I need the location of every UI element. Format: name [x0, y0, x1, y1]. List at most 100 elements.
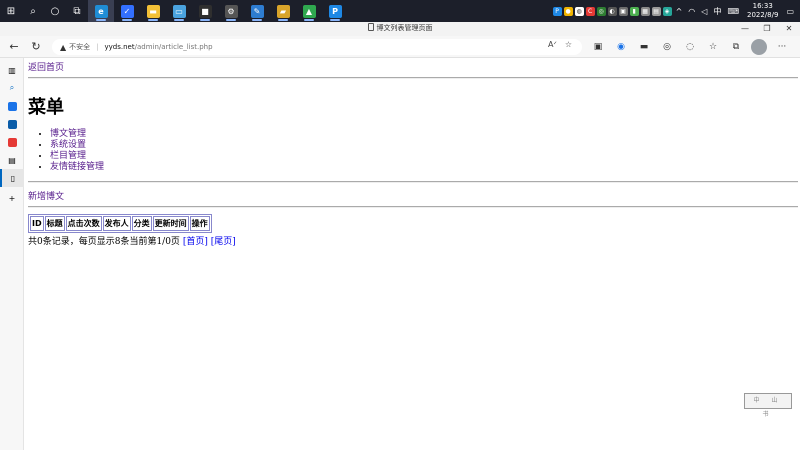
minimize-button[interactable]: — — [734, 22, 756, 36]
tray-app-icon[interactable]: ◍ — [574, 6, 584, 16]
url-path: /admin/article_list.php — [134, 43, 213, 51]
explorer-icon: ▬ — [146, 4, 160, 18]
search-icon[interactable]: ⌕ — [0, 79, 24, 97]
pagination: 共0条记录，每页显示8条当前第1/0页 [首页] [尾页] — [28, 234, 798, 247]
window-titlebar: 博文列表管理页面 — ❐ ✕ — [0, 22, 800, 36]
toolbar-extensions: ▣ ◉ ▬ ◎ ◌ ☆ ⧉ ··· — [590, 39, 790, 55]
address-bar[interactable]: ▲ 不安全 | yyds.net/admin/article_list.php … — [52, 39, 582, 55]
tray-app-icon[interactable]: C — [585, 6, 595, 16]
favorites-icon[interactable]: ☆ — [705, 39, 721, 55]
taskbar-app-feishu[interactable]: ✓ — [114, 0, 140, 22]
app-icon[interactable] — [0, 133, 24, 151]
menu-link-columns[interactable]: 栏目管理 — [50, 151, 86, 161]
tray-app-icon[interactable]: P — [552, 6, 562, 16]
notification-icon[interactable]: ▭ — [784, 7, 796, 16]
monitor-icon: ▭ — [172, 4, 186, 18]
restore-button[interactable]: ❐ — [756, 22, 778, 36]
terminal-icon[interactable] — [0, 115, 24, 133]
menu-link-settings[interactable]: 系统设置 — [50, 140, 86, 150]
chevron-up-icon[interactable]: ^ — [674, 7, 685, 16]
corner-stamp: 中 山 书 — [744, 393, 792, 418]
col-clicks: 点击次数 — [65, 216, 102, 231]
collections-icon[interactable]: ⧉ — [728, 39, 744, 55]
last-page-link[interactable]: [尾页] — [211, 237, 236, 247]
tray-app-icon[interactable]: ▮ — [629, 6, 639, 16]
system-clock[interactable]: 16:33 2022/8/9 — [743, 2, 782, 20]
extension-icon[interactable]: ▣ — [590, 39, 606, 55]
clock-date: 2022/8/9 — [746, 11, 779, 19]
system-tray: P ● ◍ C ◎ ◐ ▣ ▮ ▦ ▤ ◈ ^ ◠ ◁ 中 ⌨ 16:33 20… — [552, 0, 800, 22]
browser-toolbar: ← ↻ ▲ 不安全 | yyds.net/admin/article_list.… — [0, 36, 800, 58]
extension-icon[interactable]: ◎ — [659, 39, 675, 55]
menu-item: 栏目管理 — [50, 151, 798, 162]
tray-app-icon[interactable]: ▤ — [651, 6, 661, 16]
taskbar-app-edge[interactable]: e — [88, 0, 114, 22]
task-view-icon[interactable]: ⧉ — [66, 0, 88, 22]
refresh-icon[interactable]: ↻ — [28, 39, 44, 55]
taskbar-app-editor[interactable]: ✎ — [244, 0, 270, 22]
security-label[interactable]: 不安全 — [69, 42, 90, 52]
extension-icon[interactable]: ▬ — [636, 39, 652, 55]
folder-icon: ▰ — [276, 4, 290, 18]
document-icon[interactable]: ▯ — [0, 169, 24, 187]
keyboard-icon[interactable]: ⌨ — [725, 7, 741, 16]
menu-link-posts[interactable]: 博文管理 — [50, 129, 86, 139]
taskbar-app-settings[interactable]: ⚙ — [218, 0, 244, 22]
address-separator: | — [96, 43, 99, 51]
taskbar-app-explorer[interactable]: ▬ — [140, 0, 166, 22]
menu-item: 友情链接管理 — [50, 162, 798, 173]
menu-list: 博文管理 系统设置 栏目管理 友情链接管理 — [50, 129, 798, 173]
col-id: ID — [30, 216, 44, 231]
extension-icon[interactable]: ◉ — [613, 39, 629, 55]
extension-icon[interactable]: ◌ — [682, 39, 698, 55]
favorite-add-icon[interactable]: ☆ — [565, 40, 572, 49]
new-post-link[interactable]: 新增博文 — [28, 189, 798, 202]
taskbar: ⊞ ⌕ ○ ⧉ e ✓ ▬ ▭ ■ ⚙ ✎ ▰ ▲ P P ● ◍ C ◎ ◐ ▣ ▮ ▦ ▤ ◈… — [0, 0, 800, 22]
tray-app-icon[interactable]: ▦ — [640, 6, 650, 16]
app-icon[interactable] — [0, 97, 24, 115]
menu-link-friend-links[interactable]: 友情链接管理 — [50, 162, 104, 172]
wifi-icon[interactable]: ◠ — [686, 7, 697, 16]
cortana-icon[interactable]: ○ — [44, 0, 66, 22]
more-menu-icon[interactable]: ··· — [774, 39, 790, 55]
tray-app-icon[interactable]: ▣ — [618, 6, 628, 16]
edge-icon: e — [94, 4, 108, 18]
search-icon[interactable]: ⌕ — [22, 0, 44, 22]
col-actions: 操作 — [189, 216, 210, 231]
windows-start-icon[interactable]: ⊞ — [0, 0, 22, 22]
taskbar-app-folder[interactable]: ▰ — [270, 0, 296, 22]
col-updated: 更新时间 — [152, 216, 189, 231]
address-actions: Aᐟ ☆ — [548, 40, 572, 49]
taskbar-app-monitor[interactable]: ▭ — [166, 0, 192, 22]
taskbar-app-app-dark[interactable]: ■ — [192, 0, 218, 22]
close-button[interactable]: ✕ — [778, 22, 800, 36]
read-aloud-icon[interactable]: Aᐟ — [548, 40, 557, 49]
tab-actions-icon[interactable]: ▥ — [0, 61, 24, 79]
taskbar-app-image[interactable]: ▲ — [296, 0, 322, 22]
taskbar-app-p-app[interactable]: P — [322, 0, 348, 22]
settings-icon: ⚙ — [224, 4, 238, 18]
back-arrow-icon[interactable]: ← — [6, 39, 22, 55]
tray-app-icon[interactable]: ● — [563, 6, 573, 16]
divider — [28, 206, 798, 208]
add-icon[interactable]: + — [0, 189, 24, 207]
app-icon[interactable]: ▤ — [0, 151, 24, 169]
document-icon — [367, 23, 374, 31]
divider — [28, 77, 798, 79]
first-page-link[interactable]: [首页] — [183, 237, 208, 247]
url-host: yyds.net — [104, 43, 135, 51]
col-author: 发布人 — [102, 216, 131, 231]
tray-app-icon[interactable]: ◈ — [662, 6, 672, 16]
warning-icon[interactable]: ▲ — [60, 43, 66, 52]
page-heading: 菜单 — [28, 97, 64, 118]
volume-icon[interactable]: ◁ — [699, 7, 709, 16]
input-method-indicator[interactable]: 中 — [711, 6, 723, 17]
wechat-icon[interactable]: ◎ — [596, 6, 606, 16]
steam-icon[interactable]: ◐ — [607, 6, 617, 16]
back-home-link[interactable]: 返回首页 — [28, 63, 64, 73]
window-title: 博文列表管理页面 — [0, 23, 800, 33]
browser-sidebar: ▥ ⌕ ▤ ▯ + — [0, 58, 24, 450]
clock-time: 16:33 — [752, 2, 773, 10]
profile-avatar[interactable] — [751, 39, 767, 55]
window-controls: — ❐ ✕ — [734, 22, 800, 36]
